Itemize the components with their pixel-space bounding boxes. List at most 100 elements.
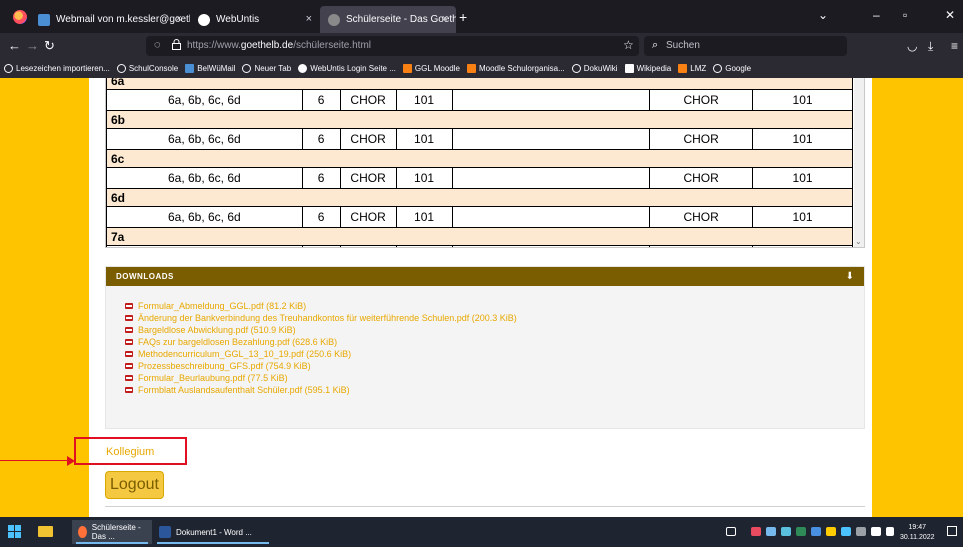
menu-icon[interactable]: ≡: [951, 39, 958, 53]
download-link[interactable]: Formular_Beurlaubung.pdf (77.5 KiB): [138, 373, 288, 383]
downloads-icon[interactable]: ⤓: [928, 39, 933, 54]
download-item[interactable]: Prozessbeschreibung_GFS.pdf (754.9 KiB): [125, 360, 864, 372]
tray-app-icon[interactable]: [796, 527, 806, 536]
search-bar[interactable]: ⌕ Suchen: [644, 36, 847, 56]
pocket-icon[interactable]: ◡: [907, 39, 917, 53]
download-link[interactable]: Formular_Abmeldung_GGL.pdf (81.2 KiB): [138, 301, 306, 311]
bookmark-item[interactable]: SchulConsole: [116, 64, 178, 73]
system-clock[interactable]: 19:47 30.11.2022: [900, 523, 935, 543]
downloads-panel: DOWNLOADS ⬇ Formular_Abmeldung_GGL.pdf (…: [105, 266, 865, 429]
firefox-icon[interactable]: [13, 10, 27, 24]
tab-title: WebUntis: [216, 14, 260, 25]
bookmark-item[interactable]: Lesezeichen importieren...: [4, 64, 110, 73]
download-item[interactable]: FAQs zur bargeldlosen Bezahlung.pdf (628…: [125, 336, 864, 348]
firefox-icon: [78, 526, 87, 538]
bookmark-item[interactable]: BelWüMail: [185, 64, 235, 73]
schedule-scrollbar[interactable]: ⌄: [854, 78, 864, 247]
file-explorer-icon[interactable]: [38, 526, 53, 537]
download-link[interactable]: Methodencurriculum_GGL_13_10_19.pdf (250…: [138, 349, 351, 359]
url-bar[interactable]: ◌ https://www.goethelb.de/schülerseite.h…: [146, 36, 639, 56]
belwuemail-icon: [185, 64, 195, 73]
tray-app-icon[interactable]: [766, 527, 776, 536]
scroll-down-icon[interactable]: ⌄: [855, 237, 862, 246]
webmail-icon: [38, 13, 50, 26]
download-link[interactable]: Bargeldlose Abwicklung.pdf (510.9 KiB): [138, 325, 296, 335]
class-header-row: 6b: [106, 110, 853, 129]
table-cell: L1: [339, 245, 397, 247]
windows-start-icon[interactable]: [8, 525, 21, 538]
class-label: 6a: [106, 78, 853, 90]
tray-app-icon[interactable]: [826, 527, 836, 536]
forward-arrow-icon[interactable]: →: [26, 38, 39, 53]
table-cell: 1: [301, 245, 341, 247]
tray-app-icon[interactable]: [841, 527, 851, 536]
table-cell: 6: [301, 206, 341, 228]
bookmark-item[interactable]: Wikipedia: [624, 64, 671, 73]
windows-taskbar: Schülerseite - Das ... Dokument1 - Word …: [0, 517, 963, 547]
logout-button[interactable]: Logout: [105, 471, 164, 499]
tab-schuelerseite[interactable]: Schülerseite - Das Goethe-Gym ×: [320, 6, 456, 33]
search-icon: ⌕: [652, 39, 659, 51]
bookmark-item[interactable]: DokuWiki: [571, 64, 618, 73]
tab-webmail[interactable]: Webmail von m.kessler@goethe ×: [30, 6, 190, 33]
download-item[interactable]: Bargeldlose Abwicklung.pdf (510.9 KiB): [125, 324, 864, 336]
tab-webuntis[interactable]: WebUntis ×: [190, 6, 320, 33]
close-tab-icon[interactable]: ×: [306, 13, 312, 25]
bookmark-item[interactable]: WebUntis Login Seite ...: [298, 64, 396, 73]
download-link[interactable]: Formblatt Auslandsaufenthalt Schüler.pdf…: [138, 385, 350, 395]
tray-app-icon[interactable]: [856, 527, 866, 536]
table-cell: 101: [395, 89, 453, 111]
substitution-schedule[interactable]: 6a 6a, 6b, 6c, 6d 6 CHOR 101 CHOR 101 6b 6a, 6b,…: [105, 78, 865, 248]
download-item[interactable]: Formblatt Auslandsaufenthalt Schüler.pdf…: [125, 384, 864, 396]
table-cell: CHOR: [649, 206, 754, 228]
globe-icon: [571, 64, 581, 73]
tray-app-icon[interactable]: [751, 527, 761, 536]
download-item[interactable]: Formular_Beurlaubung.pdf (77.5 KiB): [125, 372, 864, 384]
network-icon[interactable]: [871, 527, 881, 536]
restore-icon[interactable]: ▫: [903, 8, 907, 22]
pdf-file-icon: [125, 315, 133, 321]
minimize-icon[interactable]: –: [873, 8, 880, 22]
reload-icon[interactable]: ↻: [44, 38, 55, 54]
tracking-shield-icon[interactable]: ◌: [154, 39, 161, 51]
table-cell: [451, 167, 651, 189]
pdf-file-icon: [125, 351, 133, 357]
table-cell: CHOR: [339, 89, 397, 111]
download-item[interactable]: Formular_Abmeldung_GGL.pdf (81.2 KiB): [125, 300, 864, 312]
annotation-arrow-line: [0, 460, 72, 461]
navigation-bar: ← → ↻ ◌ https://www.goethelb.de/schülers…: [0, 33, 963, 59]
download-item[interactable]: Änderung der Bankverbindung des Treuhand…: [125, 312, 864, 324]
download-link[interactable]: Prozessbeschreibung_GFS.pdf (754.9 KiB): [138, 361, 311, 371]
downloads-list: Formular_Abmeldung_GGL.pdf (81.2 KiB) Änd…: [106, 286, 864, 396]
table-cell: [451, 89, 651, 111]
back-arrow-icon[interactable]: ←: [8, 38, 21, 53]
table-row: 6a, 6b, 6c, 6d 6 CHOR 101 CHOR 101: [106, 206, 853, 228]
download-link[interactable]: FAQs zur bargeldlosen Bezahlung.pdf (628…: [138, 337, 337, 347]
bookmark-item[interactable]: GGL Moodle: [402, 64, 460, 73]
lock-icon[interactable]: [172, 39, 181, 50]
close-window-icon[interactable]: ✕: [945, 8, 955, 22]
new-tab-button[interactable]: +: [459, 9, 467, 25]
close-tab-icon[interactable]: ×: [176, 13, 182, 25]
download-link[interactable]: Änderung der Bankverbindung des Treuhand…: [138, 313, 517, 323]
bookmark-item[interactable]: LMZ: [678, 64, 706, 73]
input-indicator-icon[interactable]: [726, 527, 736, 536]
list-tabs-chevron-icon[interactable]: ⌄: [818, 8, 828, 22]
tray-app-icon[interactable]: [781, 527, 791, 536]
tray-app-icon[interactable]: [811, 527, 821, 536]
taskbar-word[interactable]: Dokument1 - Word ...: [153, 520, 273, 544]
table-cell: CHOR: [339, 128, 397, 150]
bookmark-item[interactable]: Neuer Tab: [242, 64, 291, 73]
close-tab-icon[interactable]: ×: [442, 13, 448, 25]
lmz-icon: [678, 64, 688, 73]
notification-icon[interactable]: [947, 526, 957, 536]
search-placeholder: Suchen: [666, 40, 700, 51]
pdf-file-icon: [125, 327, 133, 333]
bookmark-item[interactable]: Google: [713, 64, 751, 73]
table-cell: [451, 128, 651, 150]
taskbar-firefox[interactable]: Schülerseite - Das ...: [72, 520, 152, 544]
download-item[interactable]: Methodencurriculum_GGL_13_10_19.pdf (250…: [125, 348, 864, 360]
volume-icon[interactable]: [886, 527, 894, 536]
bookmark-item[interactable]: Moodle Schulorganisa...: [466, 64, 565, 73]
bookmark-star-icon[interactable]: ☆: [623, 38, 634, 52]
